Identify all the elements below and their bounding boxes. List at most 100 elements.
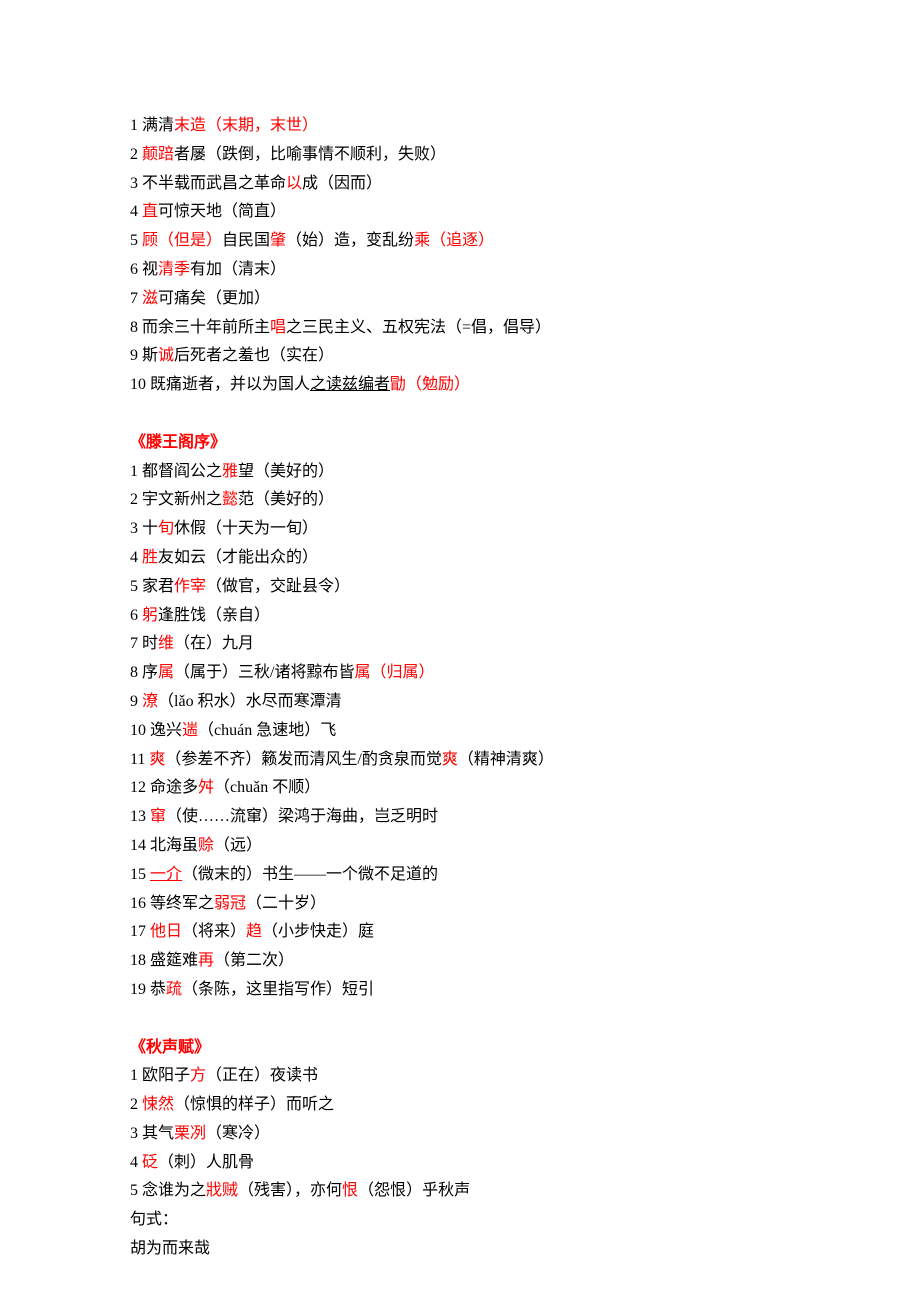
annotation-text: 舛 (198, 779, 214, 796)
body-text: 2 (130, 1096, 142, 1113)
annotation-text: 唱 (270, 319, 286, 336)
body-text: 19 恭 (130, 981, 166, 998)
body-text: 3 其气 (130, 1125, 174, 1142)
text-line: 1 都督阎公之雅望（美好的） (130, 458, 790, 487)
body-text: （远） (214, 837, 262, 854)
body-text: 之读兹编者 (310, 376, 390, 393)
body-text: 10 逸兴 (130, 722, 182, 739)
body-text: 3 十 (130, 520, 158, 537)
body-text: 5 家君 (130, 578, 174, 595)
document-page: 1 满清末造（末期，末世）2 颠踣者屡（跌倒，比喻事情不顺利，失败）3 不半载而… (0, 0, 920, 1302)
body-text: 成（因而） (302, 175, 382, 192)
text-line: 2 颠踣者屡（跌倒，比喻事情不顺利，失败） (130, 141, 790, 170)
text-line: 7 滋可痛矣（更加） (130, 285, 790, 314)
body-text: （属于）三秋/诸将黥布皆 (174, 664, 354, 681)
body-text: （lǎo 积水）水尽而寒潭清 (158, 693, 342, 710)
body-text: 2 (130, 146, 142, 163)
body-text: （条陈，这里指写作）短引 (182, 981, 374, 998)
annotation-text: 胜 (142, 549, 158, 566)
text-line: 6 视清季有加（清末） (130, 256, 790, 285)
annotation-text: 旬 (158, 520, 174, 537)
body-text: 望（美好的） (238, 463, 334, 480)
body-text: （正在）夜读书 (206, 1067, 318, 1084)
body-text: 自民国 (222, 232, 270, 249)
body-text: （第二次） (214, 952, 294, 969)
body-text: 17 (130, 923, 150, 940)
text-line: 5 念谁为之戕贼（残害），亦何恨（怨恨）乎秋声 (130, 1177, 790, 1206)
annotation-text: 栗冽 (174, 1125, 206, 1142)
text-line: 9 斯诚后死者之羞也（实在） (130, 342, 790, 371)
section-gap (130, 1005, 790, 1034)
annotation-text: 作宰 (174, 578, 206, 595)
body-text: 8 序 (130, 664, 158, 681)
body-text: （chuǎn 不顺） (214, 779, 320, 796)
body-text: （始）造，变乱纷 (286, 232, 414, 249)
text-line: 6 躬逢胜饯（亲自） (130, 602, 790, 631)
annotation-text: 属 (158, 664, 174, 681)
text-line: 5 家君作宰（做官，交趾县令） (130, 573, 790, 602)
text-line: 3 其气栗冽（寒冷） (130, 1120, 790, 1149)
text-line: 11 爽（参差不齐）籁发而清风生/酌贪泉而觉爽（精神清爽） (130, 746, 790, 775)
annotation-text: 一介 (150, 866, 182, 883)
section-title: 《滕王阁序》 (130, 429, 790, 458)
body-text: 有加（清末） (190, 261, 286, 278)
body-text: 9 (130, 693, 142, 710)
body-text: 休假（十天为一旬） (174, 520, 318, 537)
text-line: 1 欧阳子方（正在）夜读书 (130, 1062, 790, 1091)
body-text: 友如云（才能出众的） (158, 549, 318, 566)
body-text: 14 北海虽 (130, 837, 198, 854)
text-line: 8 序属（属于）三秋/诸将黥布皆属（归属） (130, 659, 790, 688)
body-text: 1 都督阎公之 (130, 463, 222, 480)
body-text: （小步快走）庭 (262, 923, 374, 940)
body-text: 11 (130, 751, 149, 768)
annotation-text: 以 (286, 175, 302, 192)
annotation-text: 悚然 (142, 1096, 174, 1113)
body-text: （精神清爽） (458, 751, 554, 768)
body-text: 7 (130, 290, 142, 307)
body-text: 1 欧阳子 (130, 1067, 190, 1084)
body-text: 1 满清 (130, 117, 174, 134)
body-text: 可痛矣（更加） (158, 290, 270, 307)
text-line: 8 而余三十年前所主唱之三民主义、五权宪法（=倡，倡导） (130, 314, 790, 343)
annotation-text: 潦 (142, 693, 158, 710)
text-line: 12 命途多舛（chuǎn 不顺） (130, 774, 790, 803)
annotation-text: 赊 (198, 837, 214, 854)
annotation-text: 勖（勉励） (390, 376, 470, 393)
body-text: 12 命途多 (130, 779, 198, 796)
text-line: 2 悚然（惊惧的样子）而听之 (130, 1091, 790, 1120)
body-text: （做官，交趾县令） (206, 578, 350, 595)
text-line: 胡为而来哉 (130, 1235, 790, 1264)
annotation-text: 直 (142, 203, 158, 220)
text-line: 9 潦（lǎo 积水）水尽而寒潭清 (130, 688, 790, 717)
body-text: 4 (130, 203, 142, 220)
annotation-text: 弱冠 (214, 895, 246, 912)
annotation-text: 遄 (182, 722, 198, 739)
body-text: 可惊天地（简直） (158, 203, 286, 220)
text-line: 1 满清末造（末期，末世） (130, 112, 790, 141)
text-line: 16 等终军之弱冠（二十岁） (130, 890, 790, 919)
body-text: （chuán 急速地）飞 (198, 722, 336, 739)
body-text: 4 (130, 1154, 142, 1171)
annotation-text: 清季 (158, 261, 190, 278)
body-text: 范（美好的） (238, 491, 334, 508)
body-text: 句式： (130, 1211, 178, 1228)
section-gap (130, 400, 790, 429)
text-line: 17 他日（将来）趋（小步快走）庭 (130, 918, 790, 947)
annotation-text: 躬 (142, 607, 158, 624)
body-text: 16 等终军之 (130, 895, 214, 912)
body-text: 18 盛筵难 (130, 952, 198, 969)
annotation-text: 疏 (166, 981, 182, 998)
body-text: 5 (130, 232, 142, 249)
body-text: 9 斯 (130, 347, 158, 364)
annotation-text: 爽 (149, 751, 165, 768)
annotation-text: 属（归属） (354, 664, 434, 681)
body-text: 后死者之羞也（实在） (174, 347, 334, 364)
body-text: （怨恨）乎秋声 (358, 1182, 470, 1199)
annotation-text: 顾（但是） (142, 232, 222, 249)
text-line: 2 宇文新州之懿范（美好的） (130, 486, 790, 515)
body-text: （微末的）书生——一个微不足道的 (182, 866, 438, 883)
text-line: 15 一介（微末的）书生——一个微不足道的 (130, 861, 790, 890)
text-line: 4 直可惊天地（简直） (130, 198, 790, 227)
body-text: 逢胜饯（亲自） (158, 607, 270, 624)
body-text: 6 (130, 607, 142, 624)
